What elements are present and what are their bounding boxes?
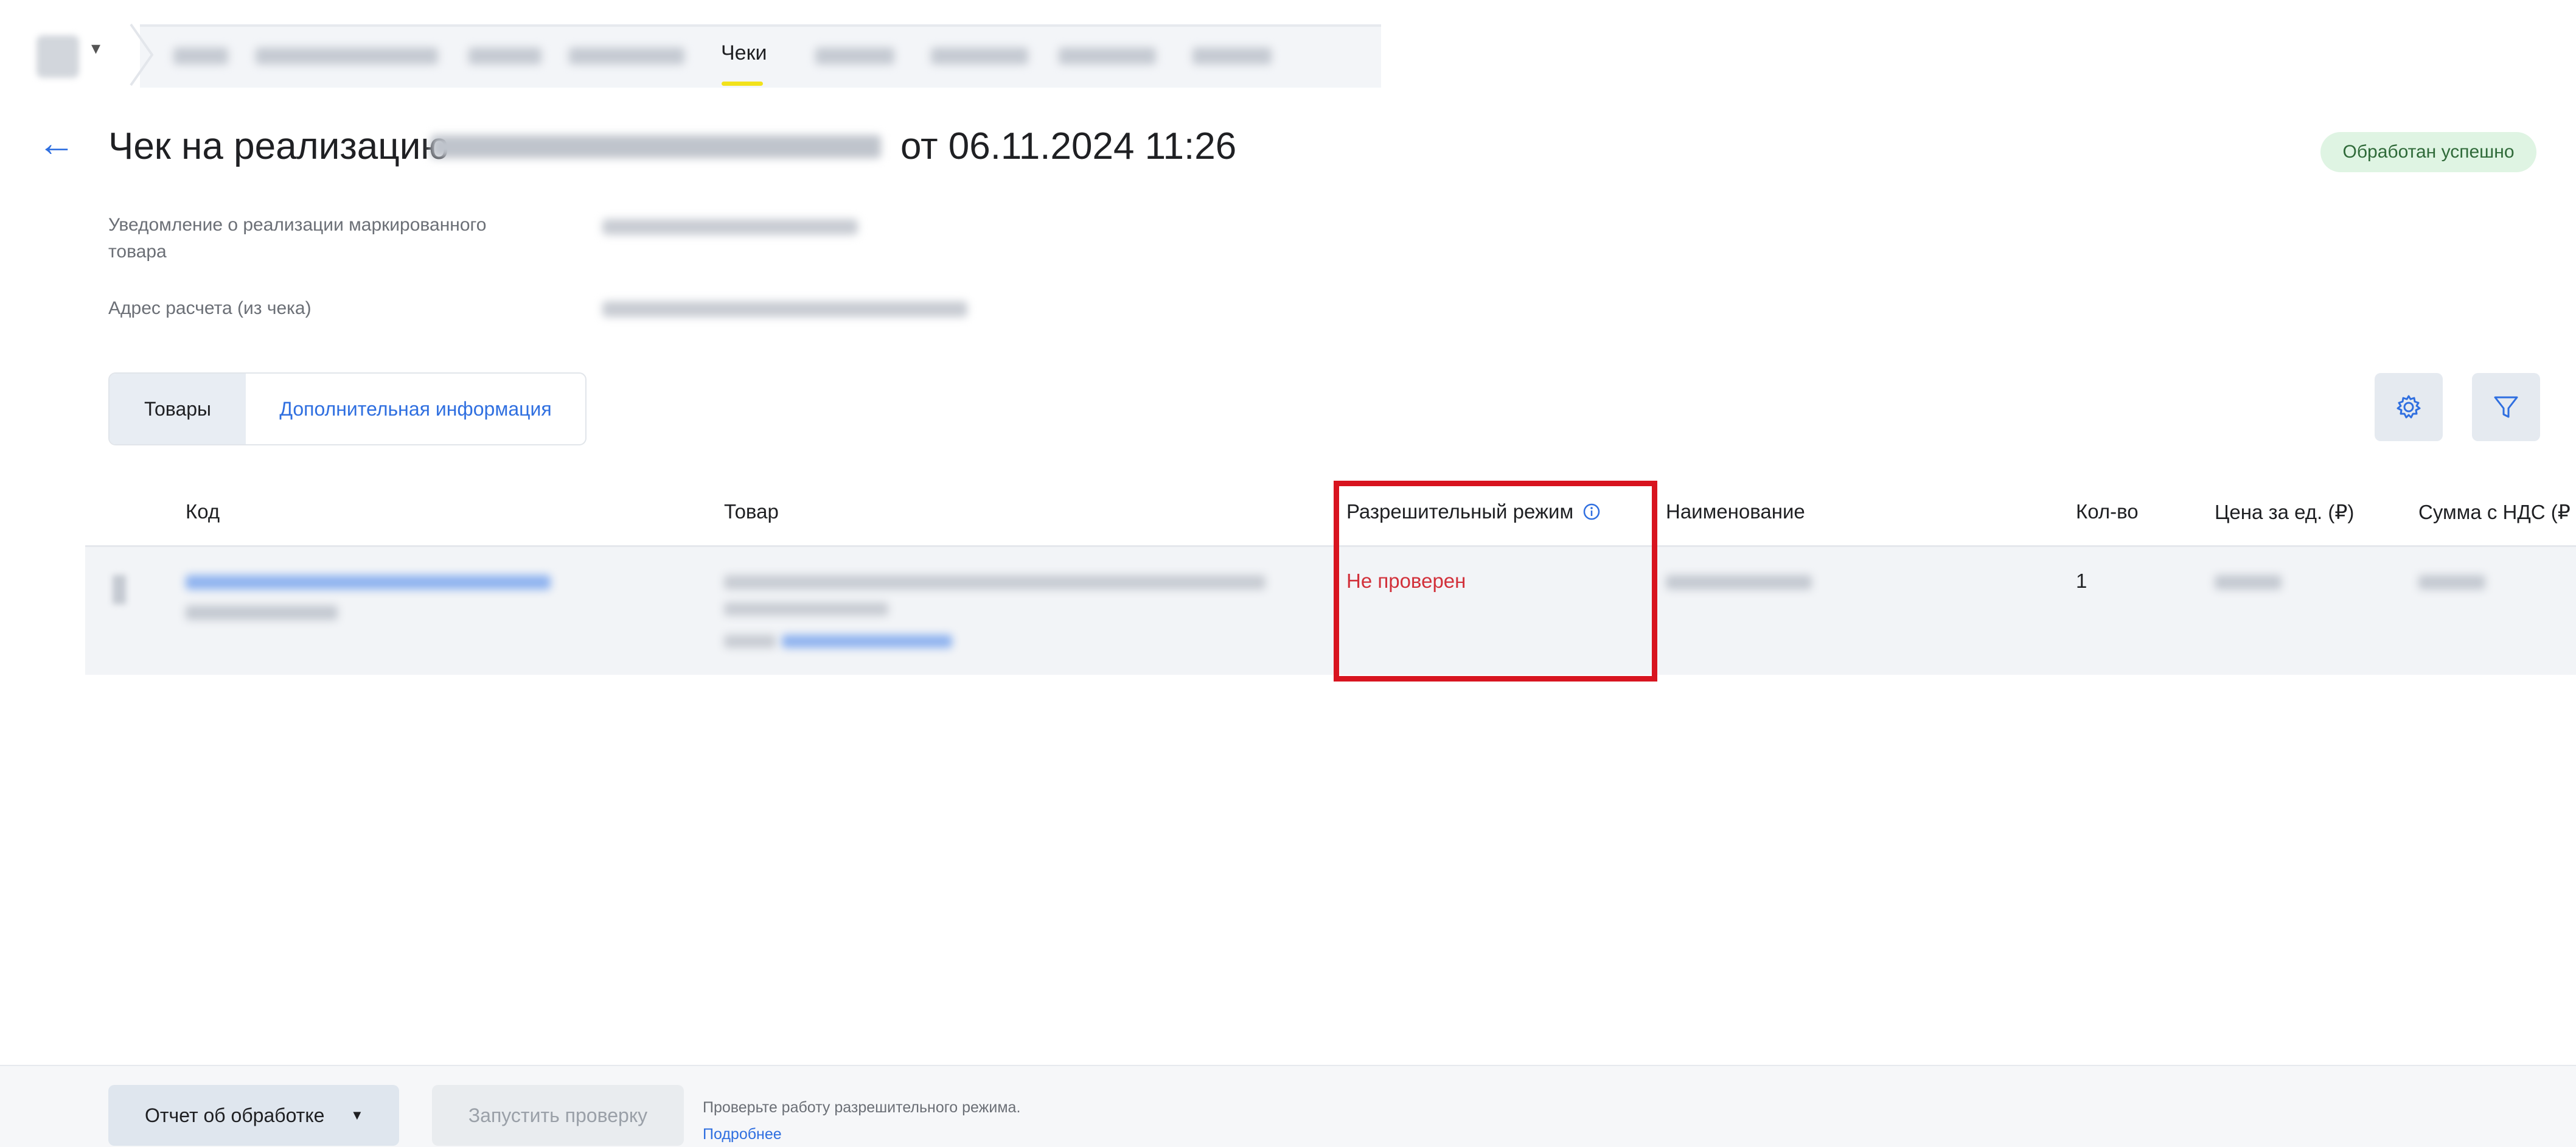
- tab-additional-info[interactable]: Дополнительная информация: [246, 374, 585, 444]
- column-header-product[interactable]: Товар: [724, 500, 779, 523]
- column-header-unit-price[interactable]: Цена за ед. (₽): [2215, 500, 2354, 524]
- status-badge: Обработан успешно: [2320, 132, 2536, 172]
- row-handle-icon[interactable]: [113, 575, 126, 604]
- column-header-code[interactable]: Код: [186, 500, 220, 523]
- quantity-cell: 1: [2076, 570, 2087, 592]
- app-logo[interactable]: [37, 35, 79, 78]
- table-row[interactable]: [85, 547, 2576, 675]
- content-tabs: Товары Дополнительная информация: [108, 372, 587, 445]
- hint-text: Проверьте работу разрешительного режима.: [703, 1099, 1021, 1116]
- nav-tab-blurred[interactable]: [569, 47, 684, 64]
- filter-icon: [2494, 396, 2518, 418]
- sum-vat-redacted: [2418, 575, 2485, 590]
- nav-tab-blurred[interactable]: [931, 47, 1028, 64]
- item-name-redacted: [1666, 575, 1812, 590]
- column-header-name[interactable]: Наименование: [1666, 500, 1805, 523]
- address-label: Адрес расчета (из чека): [108, 298, 312, 318]
- chevron-down-icon[interactable]: ▾: [91, 38, 100, 59]
- notice-value-redacted: [602, 219, 858, 235]
- run-check-button[interactable]: Запустить проверку: [432, 1085, 684, 1146]
- product-description-redacted: [724, 602, 888, 616]
- product-gtin-link-redacted[interactable]: [782, 635, 952, 648]
- product-gtin-label-redacted: [724, 635, 776, 648]
- nav-tab-blurred[interactable]: [1192, 47, 1272, 64]
- unit-price-redacted: [2215, 575, 2282, 590]
- nav-active-underline: [722, 82, 763, 86]
- nav-tab-checks[interactable]: Чеки: [721, 41, 767, 65]
- settings-button[interactable]: [2375, 373, 2443, 441]
- column-header-sum-vat[interactable]: Сумма с НДС (₽: [2418, 500, 2571, 524]
- nav-tab-blurred[interactable]: [173, 47, 228, 64]
- column-header-qty[interactable]: Кол-во: [2076, 500, 2139, 523]
- chevron-down-icon: ▼: [350, 1107, 364, 1123]
- nav-tab-blurred[interactable]: [1059, 47, 1156, 64]
- product-description-redacted: [724, 575, 1265, 590]
- notice-label: Уведомление о реализации маркированного …: [108, 215, 487, 262]
- nav-chevron-divider: [130, 23, 154, 86]
- top-navigation: ▾ Чеки: [0, 0, 2576, 103]
- nav-tab-blurred[interactable]: [815, 47, 894, 64]
- highlight-annotation-box: [1334, 481, 1657, 682]
- tab-products[interactable]: Товары: [110, 374, 246, 444]
- page-title-prefix: Чек на реализацию: [108, 125, 449, 167]
- receipt-number-redacted: [431, 135, 881, 158]
- processing-report-button[interactable]: Отчет об обработке ▼: [108, 1085, 399, 1146]
- nav-tab-blurred[interactable]: [468, 47, 541, 64]
- address-value-redacted: [602, 301, 967, 317]
- filter-button[interactable]: [2472, 373, 2540, 441]
- processing-report-label: Отчет об обработке: [145, 1104, 325, 1126]
- back-arrow-icon[interactable]: ←: [38, 125, 75, 162]
- gear-icon: [2397, 395, 2421, 419]
- nav-tab-blurred[interactable]: [256, 47, 438, 64]
- code-link-redacted[interactable]: [186, 575, 551, 590]
- code-subtext-redacted: [186, 605, 338, 620]
- hint-more-link[interactable]: Подробнее: [703, 1126, 782, 1143]
- page-title-date: от 06.11.2024 11:26: [900, 125, 1237, 167]
